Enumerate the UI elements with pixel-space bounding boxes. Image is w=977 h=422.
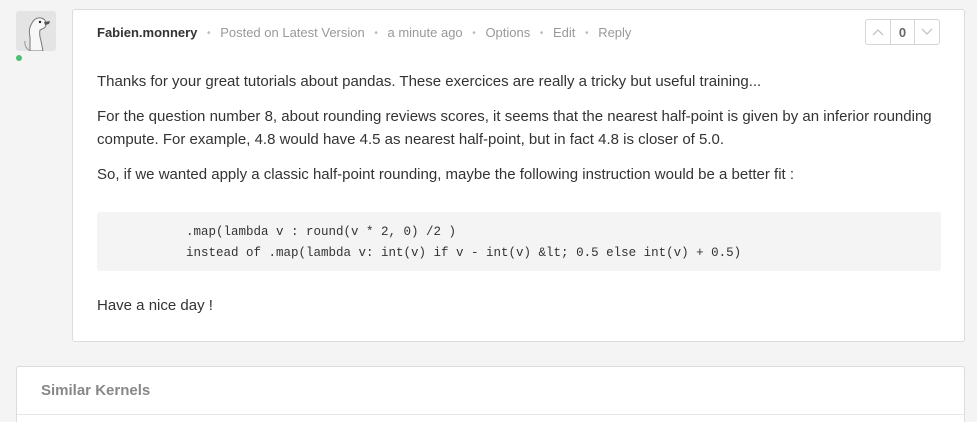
comment-closing: Have a nice day !	[97, 297, 213, 314]
meta-separator: •	[472, 28, 476, 39]
timestamp: a minute ago	[387, 25, 463, 40]
meta-separator: •	[585, 28, 589, 39]
meta-separator: •	[539, 28, 544, 39]
edit-link[interactable]: Edit	[553, 25, 575, 40]
user-avatar[interactable]	[16, 11, 56, 51]
vote-widget: 0	[865, 19, 940, 45]
comment-paragraph: For the question number 8, about roundin…	[97, 108, 932, 148]
similar-kernels-panel: Similar Kernels	[16, 366, 965, 422]
vote-count: 0	[890, 20, 915, 44]
comment-card: Fabien.monnery • Posted on Latest Versio…	[72, 9, 965, 342]
page: Fabien.monnery • Posted on Latest Versio…	[0, 0, 977, 422]
meta-separator: •	[374, 28, 378, 39]
upvote-button[interactable]	[866, 20, 890, 44]
reply-link[interactable]: Reply	[598, 25, 631, 40]
comment-meta: Fabien.monnery • Posted on Latest Versio…	[97, 25, 631, 42]
code-line: instead of .map(lambda v: int(v) if v - …	[186, 246, 742, 260]
posted-on-label[interactable]: Posted on Latest Version	[220, 25, 365, 40]
chevron-down-icon	[921, 28, 933, 35]
options-link[interactable]: Options	[485, 25, 530, 40]
online-status-dot	[16, 55, 22, 61]
meta-separator: •	[207, 28, 211, 39]
goose-avatar-icon	[16, 11, 56, 51]
comment-paragraph: Thanks for your great tutorials about pa…	[97, 73, 762, 90]
chevron-up-icon	[872, 29, 884, 36]
code-line: .map(lambda v : round(v * 2, 0) /2 )	[186, 225, 457, 239]
similar-kernels-title: Similar Kernels	[17, 367, 964, 415]
comment-paragraph: So, if we wanted apply a classic half-po…	[97, 166, 795, 183]
code-block: .map(lambda v : round(v * 2, 0) /2 ) inst…	[97, 212, 941, 271]
author-name[interactable]: Fabien.monnery	[97, 25, 197, 40]
downvote-button[interactable]	[915, 20, 939, 44]
